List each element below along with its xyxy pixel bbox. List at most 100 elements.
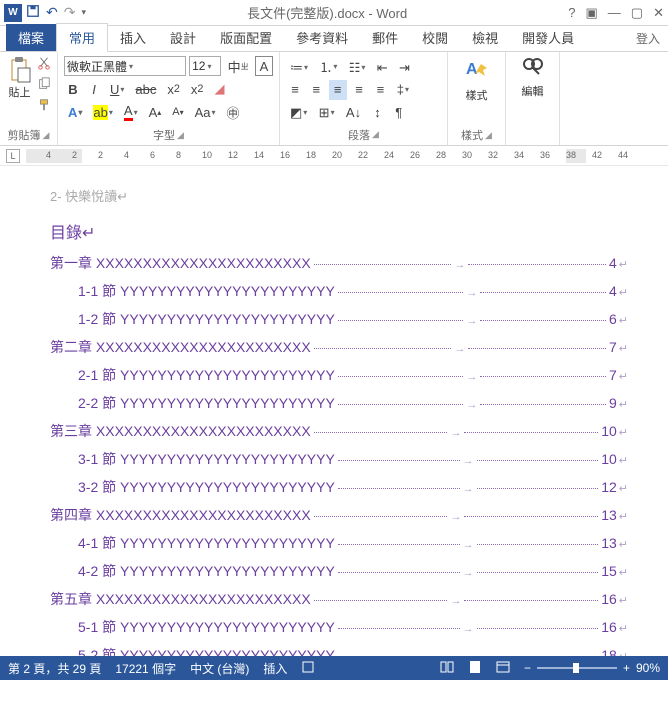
- format-painter-icon[interactable]: [37, 98, 51, 115]
- sign-in[interactable]: 登入: [628, 26, 668, 51]
- text-effects-icon[interactable]: A▾: [64, 102, 86, 122]
- tab-developer[interactable]: 開發人員: [510, 24, 586, 51]
- toc-entry[interactable]: 第五章 XXXXXXXXXXXXXXXXXXXXXXX→16↵: [50, 589, 628, 609]
- insert-mode[interactable]: 插入: [263, 660, 287, 677]
- align-right-icon[interactable]: ≡: [329, 80, 347, 100]
- tab-arrow-icon: →: [463, 623, 474, 635]
- language-indicator[interactable]: 中文 (台灣): [190, 660, 249, 677]
- show-marks-icon[interactable]: ¶: [390, 102, 408, 122]
- horizontal-ruler[interactable]: 4224681012141618202224262830323436384244: [26, 147, 668, 165]
- text-direction-icon[interactable]: ↕: [368, 102, 386, 122]
- strikethrough-button[interactable]: abc: [131, 79, 160, 99]
- enclose-char-icon[interactable]: ㊥: [223, 102, 244, 122]
- toc-entry[interactable]: 2-2 節 YYYYYYYYYYYYYYYYYYYYYYY→9↵: [50, 393, 628, 413]
- highlight-icon[interactable]: ab▾: [89, 102, 116, 122]
- grow-font-icon[interactable]: A▴: [145, 102, 166, 122]
- clipboard-launcher-icon[interactable]: ◢: [43, 130, 50, 141]
- tab-view[interactable]: 檢視: [460, 24, 510, 51]
- toc-page: 15: [601, 563, 617, 579]
- italic-button[interactable]: I: [85, 79, 103, 99]
- tab-design[interactable]: 設計: [158, 24, 208, 51]
- align-left-icon[interactable]: ≡: [286, 80, 304, 100]
- tab-selector[interactable]: L: [6, 149, 20, 163]
- maximize-icon[interactable]: ▢: [631, 5, 643, 21]
- toc-entry[interactable]: 5-2 節 YYYYYYYYYYYYYYYYYYYYYYY→18↵: [50, 645, 628, 656]
- toc-entry[interactable]: 2-1 節 YYYYYYYYYYYYYYYYYYYYYYY→7↵: [50, 365, 628, 385]
- subscript-button[interactable]: x2: [163, 79, 184, 99]
- toc-text: 第五章 XXXXXXXXXXXXXXXXXXXXXXX: [50, 589, 311, 609]
- underline-button[interactable]: U▾: [106, 79, 128, 99]
- toc-entry[interactable]: 第四章 XXXXXXXXXXXXXXXXXXXXXXX→13↵: [50, 505, 628, 525]
- find-button[interactable]: 編輯: [521, 56, 545, 99]
- tab-references[interactable]: 參考資料: [284, 24, 360, 51]
- undo-icon[interactable]: ↶: [46, 4, 58, 21]
- numbering-icon[interactable]: ⒈▾: [315, 56, 341, 76]
- toc-entry[interactable]: 1-2 節 YYYYYYYYYYYYYYYYYYYYYYY→6↵: [50, 309, 628, 329]
- align-center-icon[interactable]: ≡: [307, 80, 325, 100]
- increase-indent-icon[interactable]: ⇥: [395, 58, 414, 78]
- toc-entry[interactable]: 第一章 XXXXXXXXXXXXXXXXXXXXXXX→4↵: [50, 253, 628, 273]
- cut-icon[interactable]: [37, 56, 51, 73]
- styles-launcher-icon[interactable]: ◢: [485, 130, 492, 141]
- copy-icon[interactable]: [37, 77, 51, 94]
- bold-button[interactable]: B: [64, 79, 82, 99]
- styles-button[interactable]: A 樣式: [463, 56, 491, 103]
- decrease-indent-icon[interactable]: ⇤: [373, 58, 392, 78]
- phonetic-guide-icon[interactable]: 中ㄓ: [224, 56, 252, 76]
- tab-insert[interactable]: 插入: [108, 24, 158, 51]
- font-size-combo[interactable]: 12▾: [189, 56, 221, 76]
- toc-title: 目錄↵: [50, 219, 628, 243]
- tab-mailings[interactable]: 郵件: [360, 24, 410, 51]
- distributed-icon[interactable]: ≡: [371, 80, 389, 100]
- char-border-icon[interactable]: A: [255, 56, 273, 76]
- multilevel-icon[interactable]: ☷▾: [345, 58, 370, 78]
- page-indicator[interactable]: 第 2 頁，共 29 頁: [8, 660, 101, 677]
- shrink-font-icon[interactable]: A▾: [168, 102, 187, 122]
- sort-icon[interactable]: A↓: [342, 102, 365, 122]
- word-count[interactable]: 17221 個字: [115, 660, 176, 677]
- line-spacing-icon[interactable]: ‡▾: [393, 80, 413, 100]
- web-layout-icon[interactable]: [496, 660, 510, 677]
- toc-entry[interactable]: 3-1 節 YYYYYYYYYYYYYYYYYYYYYYY→10↵: [50, 449, 628, 469]
- paste-button[interactable]: 貼上: [6, 56, 33, 115]
- toc-text: 4-1 節 YYYYYYYYYYYYYYYYYYYYYYY: [78, 533, 335, 553]
- borders-icon[interactable]: ⊞▾: [315, 103, 339, 123]
- font-launcher-icon[interactable]: ◢: [177, 130, 184, 141]
- toc-entry[interactable]: 第三章 XXXXXXXXXXXXXXXXXXXXXXX→10↵: [50, 421, 628, 441]
- toc-page: 16: [601, 619, 617, 635]
- superscript-button[interactable]: x2: [187, 79, 208, 99]
- macro-icon[interactable]: [301, 660, 315, 677]
- tab-home[interactable]: 常用: [56, 23, 108, 52]
- redo-icon[interactable]: ↷: [64, 4, 76, 21]
- font-color-icon[interactable]: A▾: [120, 102, 142, 122]
- zoom-level[interactable]: 90%: [636, 661, 660, 675]
- save-icon[interactable]: [26, 4, 40, 21]
- zoom-out-icon[interactable]: −: [524, 661, 531, 675]
- shading-icon[interactable]: ◩▾: [286, 103, 311, 123]
- toc-entry[interactable]: 4-2 節 YYYYYYYYYYYYYYYYYYYYYYY→15↵: [50, 561, 628, 581]
- toc-entry[interactable]: 1-1 節 YYYYYYYYYYYYYYYYYYYYYYY→4↵: [50, 281, 628, 301]
- clear-format-icon[interactable]: ◢: [210, 79, 228, 99]
- document-area[interactable]: 2- 快樂悅讀↵ 目錄↵ 第一章 XXXXXXXXXXXXXXXXXXXXXXX…: [0, 166, 668, 656]
- toc-entry[interactable]: 5-1 節 YYYYYYYYYYYYYYYYYYYYYYY→16↵: [50, 617, 628, 637]
- font-name-combo[interactable]: 微軟正黑體▾: [64, 56, 186, 76]
- zoom-slider[interactable]: − + 90%: [524, 661, 660, 675]
- tab-layout[interactable]: 版面配置: [208, 24, 284, 51]
- zoom-in-icon[interactable]: +: [623, 661, 630, 675]
- justify-icon[interactable]: ≡: [350, 80, 368, 100]
- ribbon-options-icon[interactable]: ▣: [586, 5, 598, 21]
- toc-page: 12: [601, 479, 617, 495]
- tab-file[interactable]: 檔案: [6, 24, 56, 51]
- help-icon[interactable]: ?: [568, 5, 575, 20]
- close-icon[interactable]: ✕: [653, 5, 664, 21]
- paragraph-launcher-icon[interactable]: ◢: [372, 129, 379, 140]
- toc-entry[interactable]: 3-2 節 YYYYYYYYYYYYYYYYYYYYYYY→12↵: [50, 477, 628, 497]
- toc-entry[interactable]: 第二章 XXXXXXXXXXXXXXXXXXXXXXX→7↵: [50, 337, 628, 357]
- tab-review[interactable]: 校閱: [410, 24, 460, 51]
- minimize-icon[interactable]: —: [608, 5, 621, 20]
- read-mode-icon[interactable]: [440, 660, 454, 677]
- change-case-icon[interactable]: Aa▾: [191, 102, 220, 122]
- bullets-icon[interactable]: ≔▾: [286, 58, 312, 78]
- toc-entry[interactable]: 4-1 節 YYYYYYYYYYYYYYYYYYYYYYY→13↵: [50, 533, 628, 553]
- print-layout-icon[interactable]: [468, 660, 482, 677]
